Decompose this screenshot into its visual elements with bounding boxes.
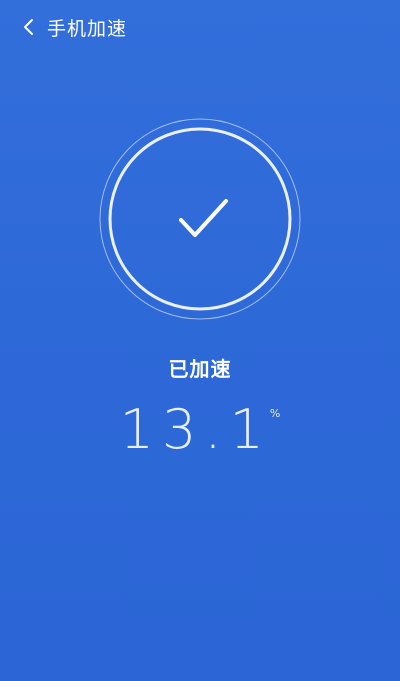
top-bar: 手机加速 bbox=[0, 0, 400, 58]
checkmark-icon bbox=[99, 118, 301, 320]
completion-badge bbox=[98, 117, 302, 321]
page-title: 手机加速 bbox=[47, 18, 128, 40]
speedup-screen: 手机加速 已加速 13.1% bbox=[0, 0, 400, 681]
status-label: 已加速 bbox=[168, 357, 232, 381]
speedup-percentage: 13.1% bbox=[0, 395, 400, 465]
percentage-unit: % bbox=[269, 407, 281, 420]
percentage-value: 13.1 bbox=[119, 398, 272, 461]
back-button[interactable] bbox=[16, 15, 42, 43]
chevron-left-icon bbox=[22, 18, 36, 40]
